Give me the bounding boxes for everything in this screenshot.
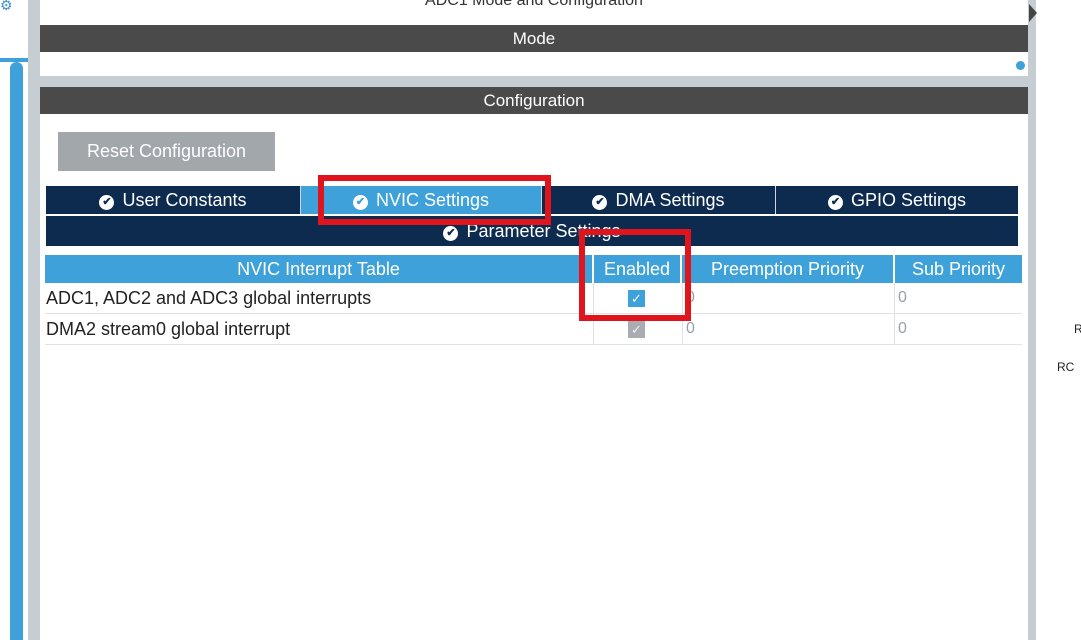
- section-divider[interactable]: [40, 76, 1028, 87]
- tab-parameter-settings[interactable]: ✔ Parameter Settings: [46, 216, 1018, 246]
- interrupt-name: ADC1, ADC2 and ADC3 global interrupts: [46, 288, 372, 308]
- config-tabs: ✔ User Constants ✔ NVIC Settings ✔ DMA Sett…: [46, 186, 1018, 214]
- column-header-preemption[interactable]: Preemption Priority: [682, 255, 893, 283]
- table-row[interactable]: ADC1, ADC2 and ADC3 global interrupts ✓ …: [45, 283, 1022, 314]
- tab-user-constants[interactable]: ✔ User Constants: [46, 186, 300, 214]
- column-header-enabled[interactable]: Enabled: [594, 255, 680, 283]
- table-header: NVIC Interrupt Table Enabled Preemption …: [45, 255, 1022, 283]
- enabled-checkbox-disabled: ✓: [628, 321, 645, 338]
- check-circle-icon: ✔: [443, 226, 459, 241]
- tab-label: User Constants: [122, 190, 247, 210]
- left-strip: ⚙: [0, 0, 28, 640]
- tab-dma-settings[interactable]: ✔ DMA Settings: [542, 186, 775, 214]
- sub-priority-cell[interactable]: 0: [894, 283, 1022, 313]
- mode-body: [40, 52, 1028, 76]
- check-circle-icon: ✔: [99, 195, 115, 210]
- right-edge-label: R: [1074, 322, 1081, 336]
- check-circle-icon: ✔: [352, 195, 368, 210]
- enabled-checkbox[interactable]: ✓: [628, 290, 645, 307]
- splitter-handle[interactable]: [1016, 61, 1025, 70]
- panel-title: ADC1 Mode and Configuration: [425, 0, 643, 9]
- panel-separator: [28, 0, 40, 640]
- column-header-interrupt[interactable]: NVIC Interrupt Table: [45, 255, 592, 283]
- check-circle-icon: ✔: [592, 195, 608, 210]
- tab-nvic-settings[interactable]: ✔ NVIC Settings: [301, 186, 541, 214]
- tab-label: NVIC Settings: [375, 190, 490, 210]
- preemption-priority-cell[interactable]: 0: [682, 283, 894, 313]
- interrupt-name: DMA2 stream0 global interrupt: [46, 319, 291, 339]
- right-edge-label: RC: [1057, 360, 1075, 374]
- table-row[interactable]: DMA2 stream0 global interrupt ✓ 0 0: [45, 314, 1022, 345]
- collapse-arrow-icon[interactable]: [1029, 4, 1037, 22]
- check-circle-icon: ✔: [827, 195, 843, 210]
- tab-label: GPIO Settings: [850, 190, 967, 210]
- enabled-cell: ✓: [593, 283, 682, 313]
- preemption-priority-cell[interactable]: 0: [682, 314, 894, 344]
- left-scrollbar[interactable]: [10, 62, 23, 640]
- reset-configuration-button[interactable]: Reset Configuration: [58, 132, 275, 171]
- column-header-sub-priority[interactable]: Sub Priority: [895, 255, 1022, 283]
- mode-header[interactable]: Mode: [40, 25, 1028, 52]
- nvic-interrupt-table: NVIC Interrupt Table Enabled Preemption …: [45, 255, 1022, 345]
- tab-label: DMA Settings: [615, 190, 725, 210]
- tab-label: Parameter Settings: [466, 221, 621, 241]
- configuration-header[interactable]: Configuration: [40, 87, 1028, 114]
- gear-icon[interactable]: ⚙: [0, 0, 14, 12]
- sub-priority-cell[interactable]: 0: [894, 314, 1022, 344]
- enabled-cell: ✓: [593, 314, 682, 344]
- tab-gpio-settings[interactable]: ✔ GPIO Settings: [776, 186, 1018, 214]
- right-separator: [1028, 0, 1036, 640]
